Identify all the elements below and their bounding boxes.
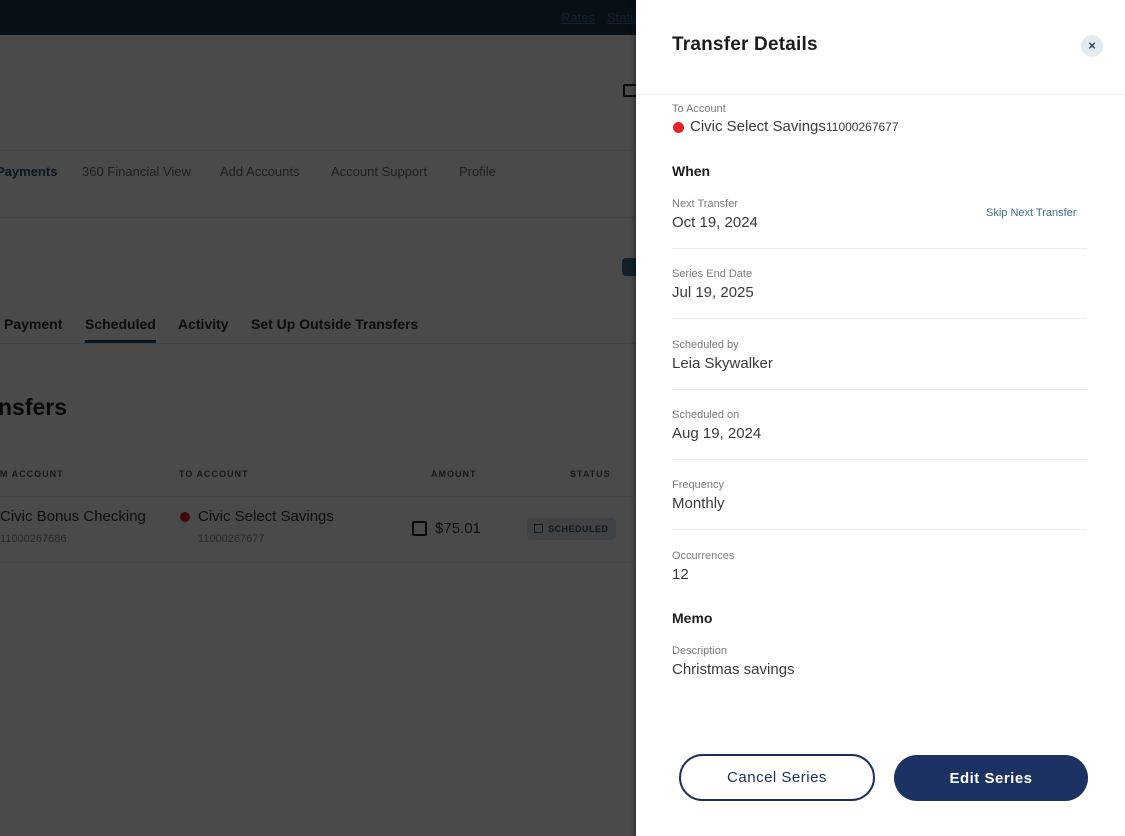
occurrences-label: Occurrences — [672, 550, 735, 562]
series-end-date-label: Series End Date — [672, 268, 753, 280]
header-divider — [636, 94, 1125, 95]
scheduled-by-label: Scheduled by — [672, 339, 739, 351]
cancel-series-button[interactable]: Cancel Series — [679, 754, 875, 801]
field-divider — [672, 248, 1087, 249]
field-divider — [672, 318, 1087, 319]
scheduled-by-value: Leia Skywalker — [672, 355, 773, 372]
field-divider — [672, 529, 1087, 530]
to-account-number: 11000267677 — [826, 120, 899, 134]
scheduled-on-label: Scheduled on — [672, 409, 740, 421]
memo-heading: Memo — [672, 610, 713, 626]
transfer-details-drawer: Transfer Details × To Account Civic Sele… — [636, 0, 1125, 836]
close-button[interactable]: × — [1081, 35, 1103, 57]
frequency-value: Monthly — [672, 495, 725, 512]
skip-next-transfer-link[interactable]: Skip Next Transfer — [986, 207, 1076, 219]
edit-series-button[interactable]: Edit Series — [894, 755, 1088, 801]
field-divider — [672, 389, 1087, 390]
when-heading: When — [672, 163, 711, 179]
description-label: Description — [672, 645, 728, 657]
scheduled-on-value: Aug 19, 2024 — [672, 425, 762, 442]
modal-backdrop[interactable] — [0, 0, 636, 836]
next-transfer-value: Oct 19, 2024 — [672, 214, 758, 231]
to-account-label: To Account — [672, 103, 726, 115]
series-end-date-value: Jul 19, 2025 — [672, 284, 754, 301]
description-value: Christmas savings — [672, 661, 795, 678]
to-account-name: Civic Select Savings — [690, 118, 826, 135]
frequency-label: Frequency — [672, 479, 724, 491]
next-transfer-label: Next Transfer — [672, 198, 739, 210]
field-divider — [672, 459, 1087, 460]
drawer-title: Transfer Details — [672, 34, 818, 55]
account-color-dot — [673, 122, 684, 133]
occurrences-value: 12 — [672, 566, 689, 583]
close-icon: × — [1088, 38, 1096, 53]
